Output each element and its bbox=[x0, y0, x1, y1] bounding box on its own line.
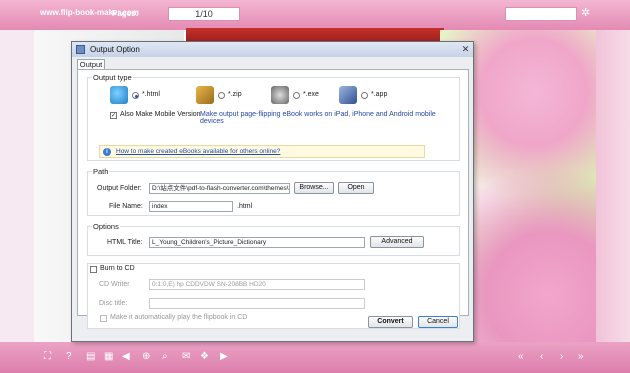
zoom-in-icon[interactable]: ⊕ bbox=[142, 351, 150, 363]
mobile-version-note: Make output page-flipping eBook works on… bbox=[200, 111, 436, 125]
thumbnails-icon[interactable]: ▦ bbox=[104, 351, 113, 363]
option-html-label: *.html bbox=[142, 91, 160, 98]
top-toolbar: www.flip-book-maker.com Pages: 1/10 ✲ bbox=[0, 0, 630, 30]
mobile-version-checkbox[interactable]: ✓ bbox=[110, 112, 117, 119]
radio-app[interactable] bbox=[361, 92, 368, 99]
file-name-label: File Name: bbox=[109, 203, 143, 210]
burn-cd-label: Burn to CD bbox=[100, 265, 135, 272]
autoplay-checkbox[interactable] bbox=[100, 315, 107, 322]
print-icon[interactable]: ▤ bbox=[86, 351, 95, 363]
help-icon[interactable]: ? bbox=[66, 351, 72, 363]
prev-page-icon[interactable]: ‹ bbox=[540, 351, 543, 363]
option-exe-label: *.exe bbox=[303, 91, 319, 98]
fullscreen-icon[interactable]: ⛶ bbox=[44, 351, 51, 363]
cd-writer-select[interactable]: 0:1:0,E) hp CDDVDW SN-208BB HD20 bbox=[149, 279, 365, 290]
radio-zip[interactable] bbox=[218, 92, 225, 99]
play-icon[interactable]: ▶ bbox=[220, 351, 228, 363]
search-input[interactable] bbox=[505, 7, 577, 21]
gear-icon[interactable]: ✲ bbox=[581, 6, 590, 19]
html-title-field[interactable]: L_Young_Children's_Picture_Dictionary bbox=[149, 237, 365, 248]
disc-title-label: Disc title: bbox=[99, 300, 128, 307]
path-title: Path bbox=[92, 167, 110, 176]
page-number-field[interactable]: 1/10 bbox=[168, 7, 240, 21]
info-icon: i bbox=[103, 148, 111, 156]
open-button[interactable]: Open bbox=[338, 182, 374, 194]
next-page-icon[interactable]: › bbox=[560, 351, 563, 363]
how-to-link[interactable]: How to make created eBooks available for… bbox=[116, 148, 280, 155]
dialog-title: Output Option bbox=[90, 45, 140, 54]
sound-icon[interactable]: ◀ bbox=[122, 351, 130, 363]
right-page-edge bbox=[596, 30, 630, 342]
output-panel: Output type *.html *.zip *.exe *.app ✓ A… bbox=[77, 69, 469, 329]
output-folder-label: Output Folder: bbox=[97, 185, 142, 192]
cancel-button[interactable]: Cancel bbox=[418, 316, 458, 328]
pages-label: Pages: bbox=[112, 9, 139, 18]
app-icon bbox=[76, 45, 85, 54]
bookmark-icon[interactable]: ❖ bbox=[200, 351, 209, 363]
disc-title-field[interactable] bbox=[149, 298, 365, 309]
radio-exe[interactable] bbox=[293, 92, 300, 99]
mac-app-icon bbox=[339, 86, 357, 104]
bottom-toolbar: ⛶ ? ▤ ▦ ◀ ⊕ ⌕ ✉ ❖ ▶ « ‹ › » bbox=[0, 342, 630, 373]
file-extension: .html bbox=[237, 203, 253, 210]
option-zip-label: *.zip bbox=[228, 91, 242, 98]
exe-icon bbox=[271, 86, 289, 104]
radio-html[interactable] bbox=[132, 92, 139, 99]
html-title-label: HTML Title: bbox=[107, 239, 143, 246]
info-bar: i How to make created eBooks available f… bbox=[99, 145, 425, 158]
options-group: Options HTML Title: L_Young_Children's_P… bbox=[87, 222, 460, 256]
search-icon[interactable]: ⌕ bbox=[162, 351, 168, 363]
dialog-titlebar[interactable]: Output Option ✕ bbox=[72, 42, 473, 57]
options-title: Options bbox=[92, 222, 120, 231]
first-page-icon[interactable]: « bbox=[518, 351, 524, 363]
burn-cd-checkbox[interactable] bbox=[90, 266, 97, 273]
convert-button[interactable]: Convert bbox=[368, 316, 413, 328]
last-page-icon[interactable]: » bbox=[578, 351, 584, 363]
output-type-title: Output type bbox=[92, 73, 133, 82]
zip-icon bbox=[196, 86, 214, 104]
output-folder-field[interactable]: D:\站点文件\pdf-to-flash-converter.com\theme… bbox=[149, 183, 290, 194]
autoplay-label: Make it automatically play the flipbook … bbox=[110, 314, 248, 321]
option-app-label: *.app bbox=[371, 91, 388, 98]
cd-writer-label: CD Writer bbox=[99, 281, 130, 288]
output-option-dialog: Output Option ✕ Output Output type *.htm… bbox=[71, 41, 474, 342]
share-icon[interactable]: ✉ bbox=[182, 351, 190, 363]
advanced-button[interactable]: Advanced bbox=[370, 236, 424, 248]
close-icon[interactable]: ✕ bbox=[460, 44, 471, 55]
path-group: Path Output Folder: D:\站点文件\pdf-to-flash… bbox=[87, 167, 460, 216]
mobile-version-label: Also Make Mobile Version bbox=[120, 111, 201, 118]
globe-icon bbox=[110, 86, 128, 104]
browse-button[interactable]: Browse... bbox=[294, 182, 334, 194]
file-name-field[interactable]: index bbox=[149, 201, 233, 212]
